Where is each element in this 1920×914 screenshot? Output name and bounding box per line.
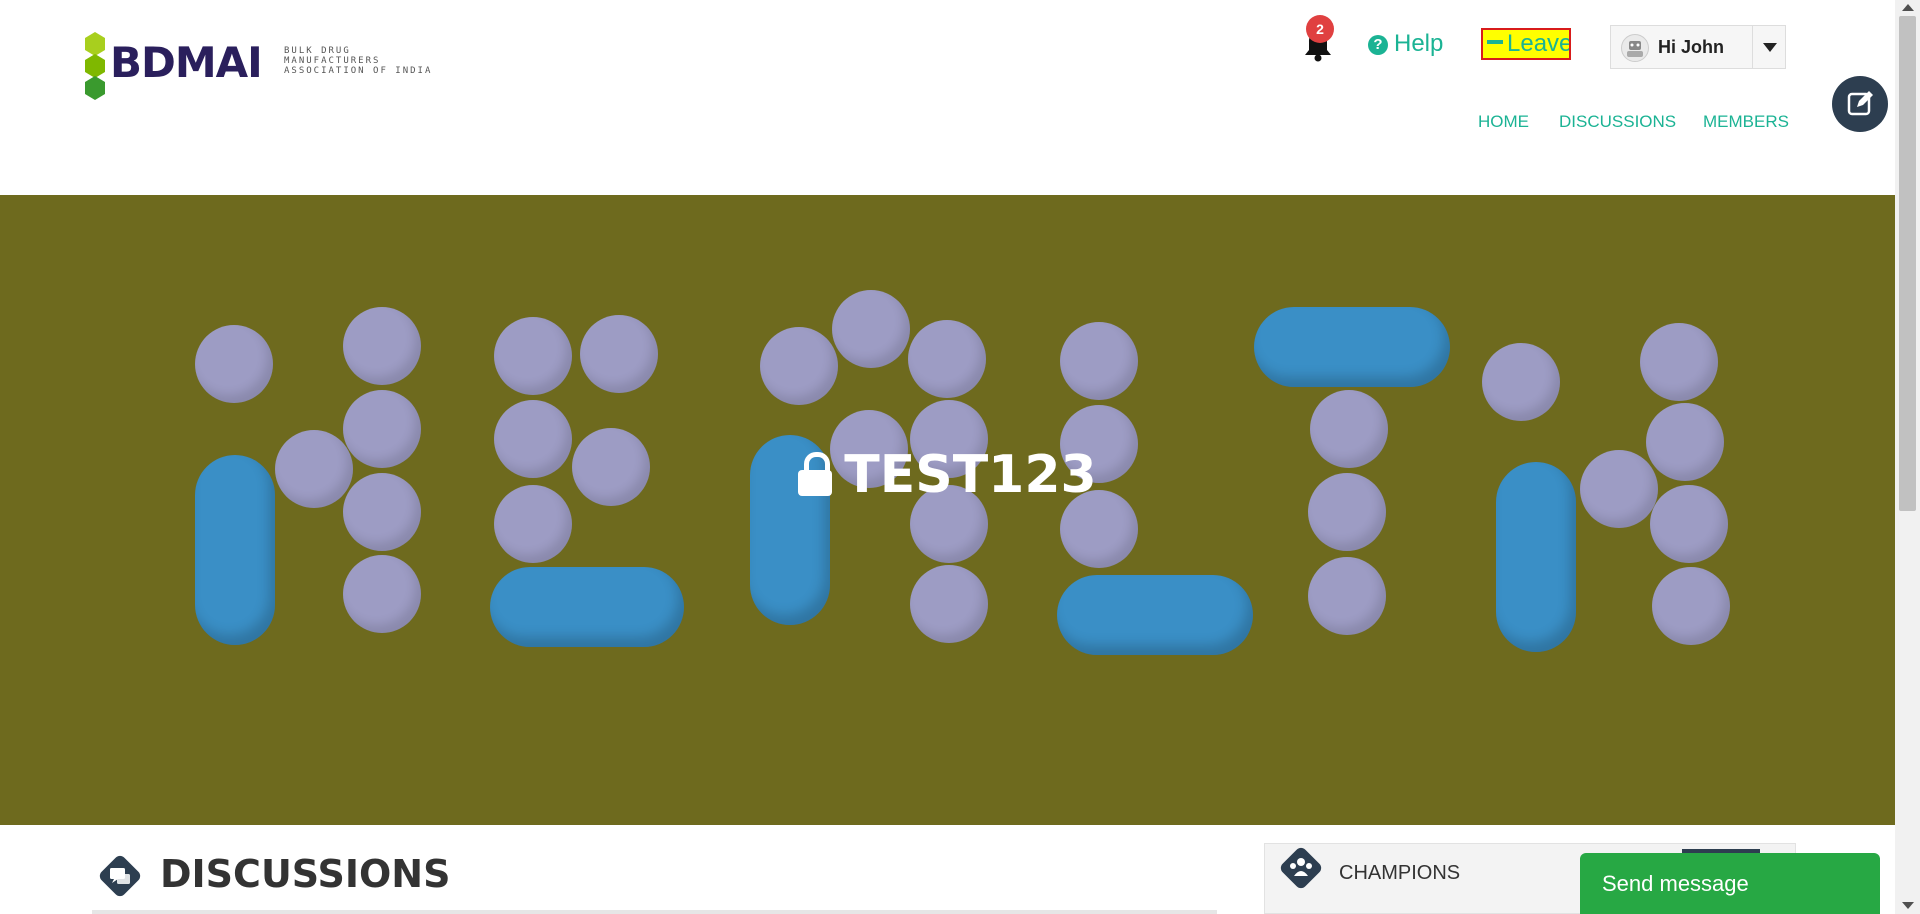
banner-decoration bbox=[1640, 323, 1718, 401]
banner-decoration bbox=[1652, 567, 1730, 645]
logo-text: BDMAI bbox=[110, 38, 263, 87]
banner-decoration bbox=[494, 317, 572, 395]
banner-decoration bbox=[908, 320, 986, 398]
site-header: BDMAI BULK DRUG MANUFACTURERS ASSOCIATIO… bbox=[0, 0, 1895, 195]
discussions-title: DISCUSSIONS bbox=[160, 852, 451, 896]
user-menu[interactable]: Hi John bbox=[1610, 25, 1786, 69]
banner-decoration bbox=[580, 315, 658, 393]
lock-icon bbox=[798, 452, 833, 496]
banner-decoration bbox=[1060, 322, 1138, 400]
banner-decoration bbox=[1057, 575, 1253, 655]
user-greeting: Hi John bbox=[1658, 37, 1724, 57]
discussions-icon bbox=[99, 855, 141, 897]
avatar bbox=[1621, 34, 1649, 62]
leave-label: Leave bbox=[1507, 30, 1571, 57]
help-link[interactable]: ? Help bbox=[1368, 30, 1443, 58]
banner-decoration bbox=[832, 290, 910, 368]
group-title: TEST123 bbox=[0, 445, 1895, 505]
banner-decoration bbox=[1482, 343, 1560, 421]
users-icon bbox=[1280, 847, 1322, 889]
send-message-button[interactable]: Send message bbox=[1580, 853, 1880, 914]
banner-decoration bbox=[490, 567, 684, 647]
hexagon-logo-icon bbox=[85, 32, 105, 100]
banner-decoration bbox=[910, 565, 988, 643]
scroll-thumb[interactable] bbox=[1899, 16, 1916, 511]
logo-subtitle: BULK DRUG MANUFACTURERS ASSOCIATION OF I… bbox=[284, 46, 433, 76]
group-banner: TEST123 bbox=[0, 195, 1895, 825]
scroll-down-icon[interactable] bbox=[1902, 902, 1914, 909]
nav-discussions[interactable]: DISCUSSIONS bbox=[1559, 112, 1676, 132]
edit-icon bbox=[1847, 91, 1873, 116]
nav-members[interactable]: MEMBERS bbox=[1703, 112, 1789, 132]
divider bbox=[92, 910, 1217, 914]
chevron-down-icon[interactable] bbox=[1752, 26, 1787, 68]
group-title-text: TEST123 bbox=[844, 445, 1097, 505]
send-message-label: Send message bbox=[1602, 871, 1749, 896]
scroll-up-icon[interactable] bbox=[1902, 4, 1914, 11]
logo-wordmark: BDMAI bbox=[110, 42, 263, 84]
question-circle-icon: ? bbox=[1368, 35, 1388, 55]
edit-button[interactable] bbox=[1832, 76, 1888, 132]
champions-title: CHAMPIONS bbox=[1339, 862, 1461, 884]
leave-button[interactable]: Leave bbox=[1481, 28, 1571, 60]
scrollbar[interactable] bbox=[1895, 0, 1920, 914]
banner-decoration bbox=[343, 555, 421, 633]
banner-decoration bbox=[343, 307, 421, 385]
bdmai-logo[interactable]: BDMAI BULK DRUG MANUFACTURERS ASSOCIATIO… bbox=[82, 30, 442, 100]
banner-decoration bbox=[760, 327, 838, 405]
banner-decoration bbox=[1254, 307, 1450, 387]
notification-badge[interactable]: 2 bbox=[1306, 15, 1334, 43]
minus-icon bbox=[1487, 40, 1503, 44]
banner-decoration bbox=[1308, 557, 1386, 635]
banner-decoration bbox=[195, 325, 273, 403]
nav-home[interactable]: HOME bbox=[1478, 112, 1529, 132]
robot-avatar-icon bbox=[1627, 41, 1643, 57]
help-label: Help bbox=[1394, 30, 1444, 57]
